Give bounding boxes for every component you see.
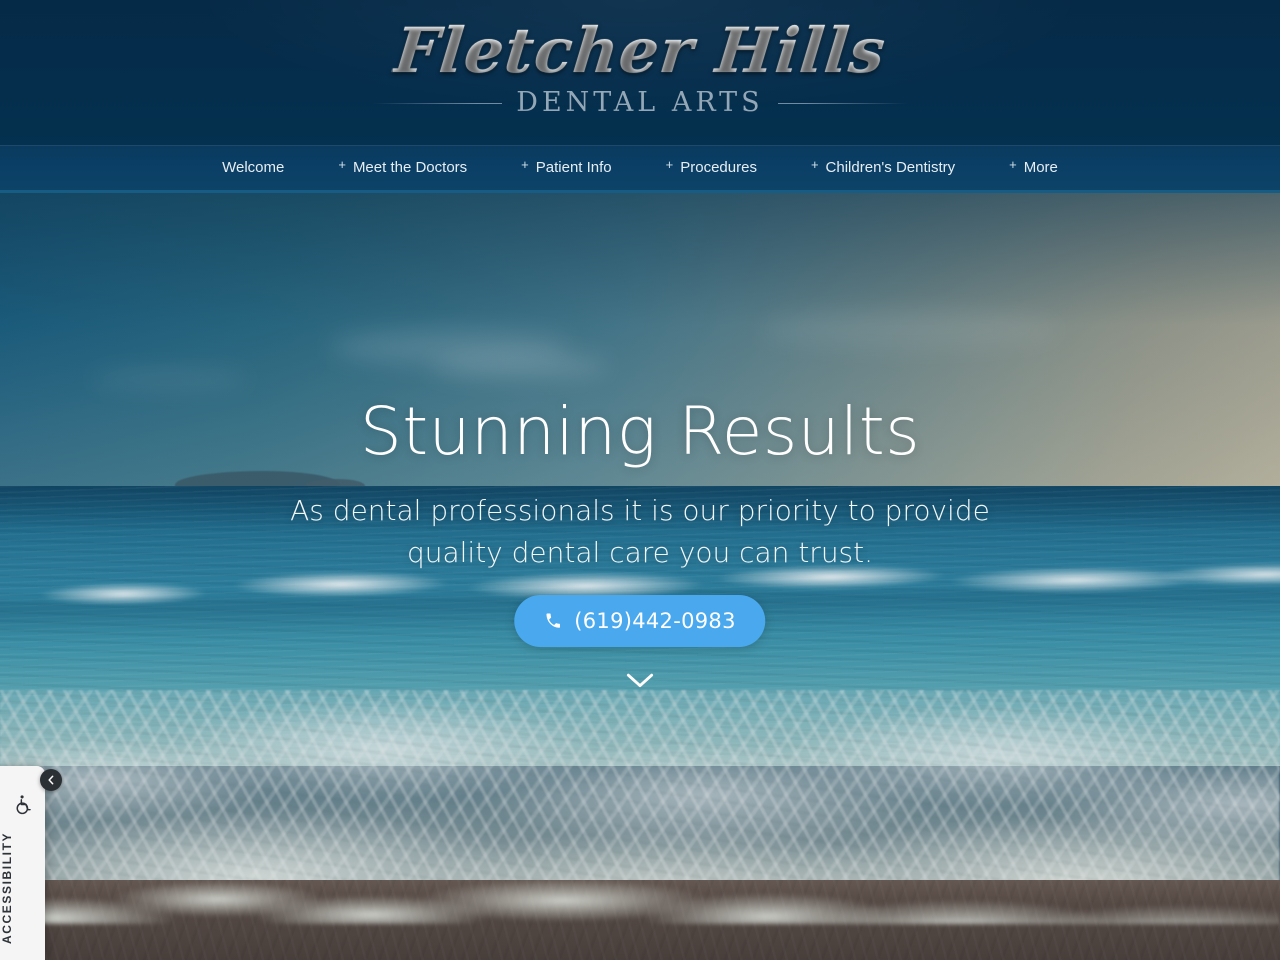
logo-rule-left (374, 102, 503, 104)
plus-icon: + (810, 156, 819, 172)
plus-icon: + (665, 156, 674, 172)
nav-item-label: Welcome (222, 158, 285, 176)
nav-item-label: Patient Info (535, 158, 612, 176)
chevron-left-icon (48, 775, 54, 785)
accessibility-panel[interactable]: ACCESSIBILITY (0, 766, 45, 960)
phone-icon (544, 612, 562, 630)
accessibility-collapse-button[interactable] (40, 769, 62, 791)
logo-subtitle-row: Dental Arts (0, 88, 1280, 118)
phone-number-label: (619)442-0983 (574, 609, 736, 633)
nav-item-patient-info[interactable]: + Patient Info (494, 147, 638, 189)
site-logo[interactable]: Fletcher Hills Dental Arts (0, 14, 1280, 118)
hero-content: Stunning Results As dental professionals… (0, 190, 1280, 960)
nav-item-label: Meet the Doctors (352, 158, 468, 176)
scroll-down-chevron-icon[interactable] (625, 670, 655, 692)
nav-item-label: More (1023, 158, 1058, 176)
nav-item-childrens-dentistry[interactable]: + Children's Dentistry (784, 147, 982, 189)
nav-item-procedures[interactable]: + Procedures (639, 147, 784, 189)
logo-subtitle-text: Dental Arts (516, 87, 764, 118)
plus-icon: + (521, 156, 529, 172)
plus-icon: + (1009, 156, 1017, 172)
nav-item-meet-the-doctors[interactable]: + Meet the Doctors (311, 147, 494, 189)
nav-item-label: Children's Dentistry (825, 158, 956, 176)
hero-banner: Stunning Results As dental professionals… (0, 190, 1280, 960)
nav-list: Welcome + Meet the Doctors + Patient Inf… (195, 147, 1085, 189)
nav-item-more[interactable]: + More (982, 147, 1085, 189)
main-navigation: Welcome + Meet the Doctors + Patient Inf… (0, 145, 1280, 193)
logo-script-text: Fletcher Hills (391, 14, 890, 87)
phone-call-button[interactable]: (619)442-0983 (514, 595, 766, 647)
plus-icon: + (338, 156, 346, 172)
accessibility-label: ACCESSIBILITY (0, 831, 14, 945)
hero-title: Stunning Results (359, 393, 921, 470)
hero-subtitle: As dental professionals it is our priori… (290, 494, 990, 569)
page-root: Fletcher Hills Dental Arts Welcome + Mee… (0, 0, 1280, 960)
site-header: Fletcher Hills Dental Arts (0, 0, 1280, 145)
nav-item-label: Procedures (680, 158, 757, 176)
logo-rule-right (777, 102, 906, 104)
nav-item-welcome[interactable]: Welcome (195, 147, 311, 189)
wheelchair-icon (12, 794, 34, 816)
